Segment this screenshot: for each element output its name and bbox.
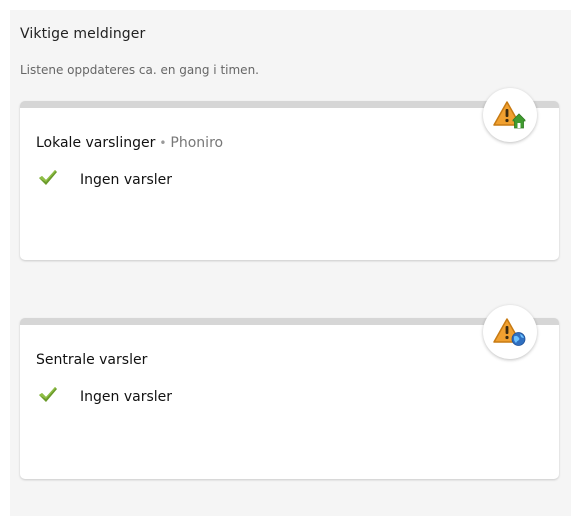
- central-alerts-status-text: Ingen varsler: [80, 389, 172, 405]
- local-alerts-status-text: Ingen varsler: [80, 172, 172, 188]
- page-title: Viktige meldinger: [20, 26, 146, 42]
- checkmark-icon: [38, 386, 58, 408]
- local-alerts-title: Lokale varslinger • Phoniro: [36, 135, 223, 151]
- organization-name: Phoniro: [170, 135, 224, 151]
- checkmark-icon: [38, 169, 58, 191]
- central-alerts-title: Sentrale varsler: [36, 352, 147, 368]
- title-separator: •: [159, 136, 167, 150]
- local-alerts-title-text: Lokale varslinger: [36, 135, 156, 151]
- central-alerts-title-text: Sentrale varsler: [36, 352, 148, 368]
- local-alerts-status: Ingen varsler: [38, 168, 172, 192]
- page-subtitle: Listene oppdateres ca. en gang i timen.: [20, 63, 259, 77]
- local-alerts-card: Lokale varslinger • Phoniro Ingen varsler: [20, 101, 559, 260]
- warning-globe-icon: [483, 305, 537, 359]
- central-alerts-status: Ingen varsler: [38, 385, 172, 409]
- warning-home-icon: [483, 88, 537, 142]
- central-alerts-card: Sentrale varsler Ingen varsler: [20, 318, 559, 479]
